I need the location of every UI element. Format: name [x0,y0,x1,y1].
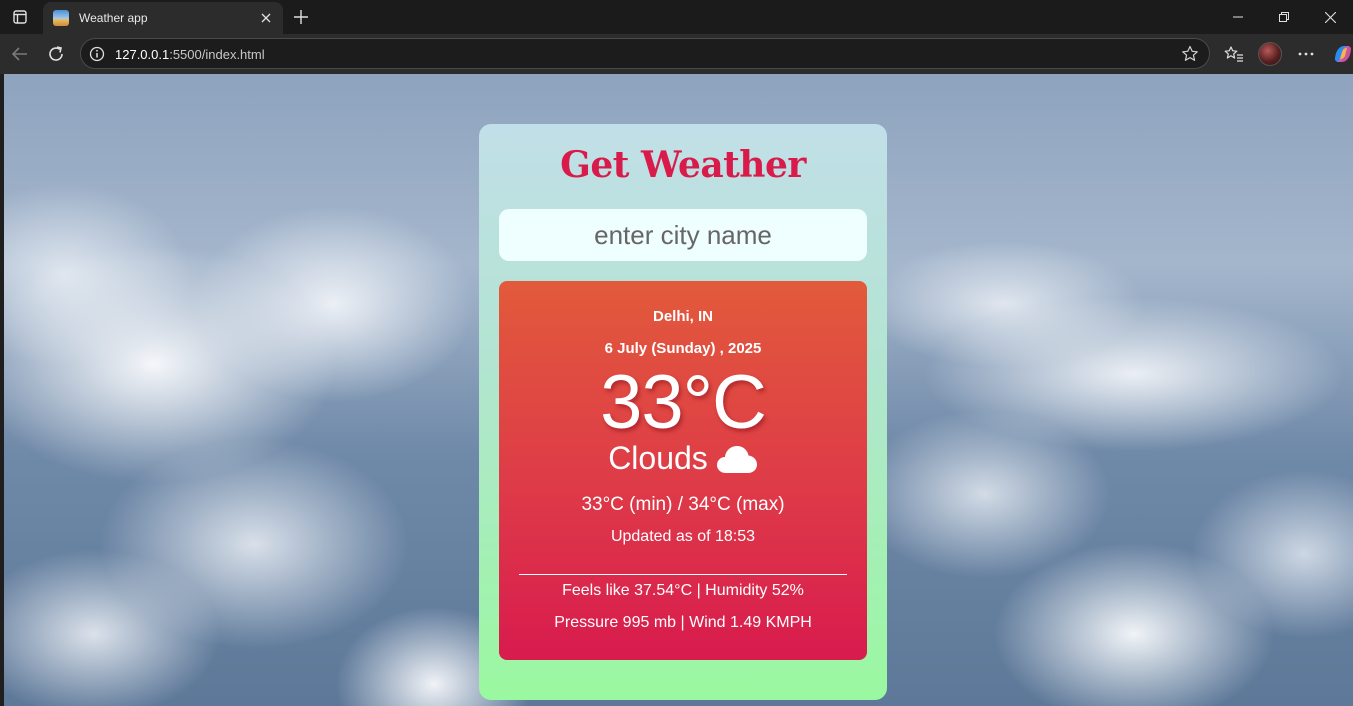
back-icon[interactable] [6,40,34,68]
minimize-icon[interactable] [1215,0,1261,34]
weather-favicon-icon [53,10,69,26]
weather-result-panel: Delhi, IN 6 July (Sunday) , 2025 33°C Cl… [499,281,867,660]
weather-card: Get Weather Delhi, IN 6 July (Sunday) , … [479,124,887,700]
page-title: Get Weather [560,144,806,186]
browser-tab[interactable]: Weather app [43,2,283,34]
url-host: 127.0.0.1 [115,47,170,62]
url-text: 127.0.0.1:5500/index.html [115,47,265,62]
window-close-icon[interactable] [1307,0,1353,34]
url-path: :5500/index.html [169,47,265,62]
new-tab-icon[interactable] [289,5,313,29]
tab-strip: Weather app [0,0,1353,34]
location-label: Delhi, IN [652,308,713,325]
updated-time: Updated as of 18:53 [610,528,756,545]
pressure-wind: Pressure 995 mb | Wind 1.49 KMPH [554,614,812,631]
temperature-value: 33°C [600,360,767,445]
info-icon[interactable] [89,46,105,62]
city-search-input[interactable] [499,209,867,261]
condition-row: Clouds [499,440,867,477]
divider [519,574,847,575]
min-max-temperature: 33°C (min) / 34°C (max) [581,494,785,515]
address-bar[interactable]: 127.0.0.1:5500/index.html [80,38,1210,69]
cloud-icon [716,444,758,474]
window-controls [1215,0,1353,34]
refresh-icon[interactable] [42,40,70,68]
condition-label: Clouds [608,440,708,476]
browser-toolbar: 127.0.0.1:5500/index.html [0,34,1353,74]
favorite-star-icon[interactable] [1181,45,1199,63]
tab-title: Weather app [79,11,148,25]
date-label: 6 July (Sunday) , 2025 [604,340,762,357]
more-menu-icon[interactable] [1292,40,1320,68]
page-background: Get Weather Delhi, IN 6 July (Sunday) , … [4,74,1353,706]
copilot-icon[interactable] [1331,42,1353,66]
tab-actions-icon[interactable] [6,6,34,28]
restore-icon[interactable] [1261,0,1307,34]
close-icon[interactable] [257,9,275,27]
favorites-icon[interactable] [1220,40,1248,68]
profile-avatar[interactable] [1258,42,1282,66]
feels-like-humidity: Feels like 37.54°C | Humidity 52% [562,582,804,599]
